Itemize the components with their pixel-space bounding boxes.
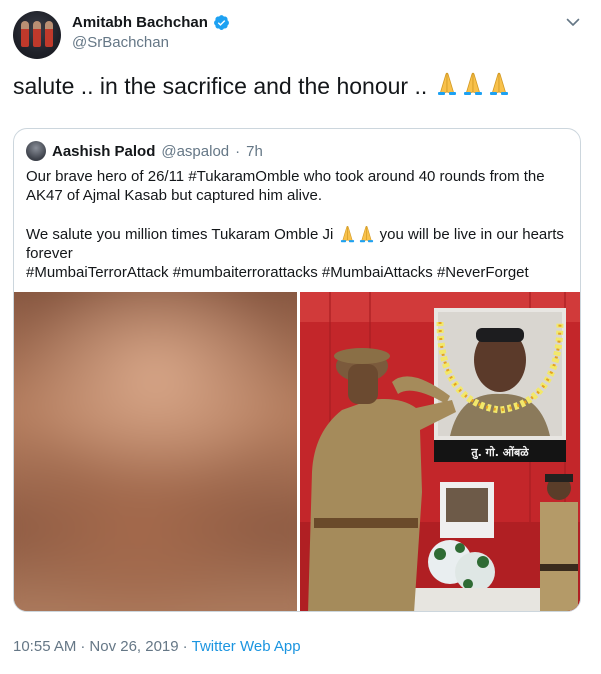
quoted-paragraph-2-start: We salute you million times Tukaram Ombl… — [26, 226, 338, 243]
quoted-display-name[interactable]: Aashish Palod — [52, 143, 155, 160]
quoted-separator: · — [235, 142, 241, 160]
blurred-photo[interactable] — [14, 292, 297, 611]
folded-hands-icon — [463, 72, 482, 95]
quoted-paragraph-2: We salute you million times Tukaram Ombl… — [26, 224, 571, 282]
author-display-name[interactable]: Amitabh Bachchan — [72, 14, 208, 31]
tweet-text-content: salute .. in the sacrifice and the honou… — [13, 73, 434, 99]
quoted-hashtags[interactable]: #MumbaiTerrorAttack #mumbaiterrorattacks… — [26, 263, 571, 282]
tweet-source-link[interactable]: Twitter Web App — [192, 638, 301, 655]
folded-hands-icon — [437, 72, 456, 95]
folded-hands-icon — [340, 226, 354, 243]
quoted-tweet-header: Aashish Palod @aspalod · 7h — [26, 141, 263, 161]
tweet-text: salute .. in the sacrifice and the honou… — [13, 70, 589, 101]
meta-separator-2: · — [182, 638, 188, 655]
quoted-time[interactable]: 7h — [246, 143, 263, 160]
author-handle[interactable]: @SrBachchan — [72, 34, 230, 51]
folded-hands-icon — [489, 72, 508, 95]
author-block: Amitabh Bachchan @SrBachchan — [72, 14, 230, 51]
portrait-caption: तु. गो. ओंबळे — [470, 445, 529, 460]
chevron-down-icon[interactable] — [565, 14, 581, 30]
quoted-tweet[interactable]: Aashish Palod @aspalod · 7h Our brave he… — [13, 128, 581, 612]
tweet-date[interactable]: Nov 26, 2019 — [89, 638, 178, 655]
quoted-handle[interactable]: @aspalod — [161, 143, 229, 160]
quoted-paragraph-1: Our brave hero of 26/11 #TukaramOmble wh… — [26, 168, 545, 204]
tweet-time[interactable]: 10:55 AM — [13, 638, 76, 655]
verified-badge-icon — [213, 15, 229, 30]
quoted-avatar[interactable] — [26, 141, 46, 161]
quoted-tweet-text: Our brave hero of 26/11 #TukaramOmble wh… — [26, 167, 571, 282]
tweet-metadata: 10:55 AM · Nov 26, 2019 · Twitter Web Ap… — [13, 638, 301, 655]
tweet: Amitabh Bachchan @SrBachchan salute .. i… — [0, 0, 601, 674]
folded-hands-icon — [359, 226, 373, 243]
avatar[interactable] — [13, 11, 61, 59]
blur-overlay — [14, 292, 297, 611]
quoted-media[interactable]: तु. गो. ओंबळे — [14, 292, 580, 611]
meta-separator-1: · — [80, 638, 86, 655]
memorial-photo[interactable]: तु. गो. ओंबळे — [300, 292, 580, 611]
